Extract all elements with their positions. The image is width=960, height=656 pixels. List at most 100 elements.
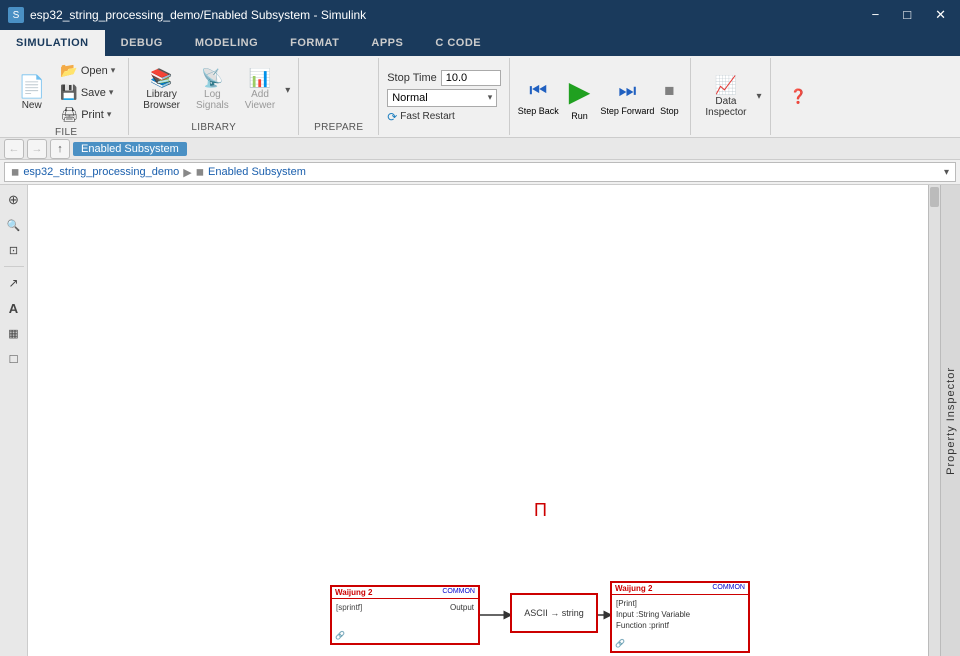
arrow-ascii1-to-block3	[598, 610, 610, 620]
tab-format[interactable]: FORMAT	[274, 30, 355, 56]
block-ascii-1[interactable]: ASCII → string	[510, 593, 598, 633]
titlebar-controls[interactable]: − □ ✕	[866, 5, 952, 25]
breadcrumb-dropdown[interactable]: ▾	[944, 167, 949, 178]
block-sprintf-1[interactable]: Waijung 2 COMMON [sprintf] Output 🔗	[330, 585, 480, 645]
library-browser-icon: 📚	[150, 69, 172, 87]
stop-icon: ⏹	[664, 80, 674, 103]
new-icon: 📄	[18, 74, 45, 100]
library-browser-button[interactable]: 📚 LibraryBrowser	[137, 66, 186, 114]
image-button[interactable]: ▦	[3, 322, 25, 344]
ribbon-section-review: 📈 DataInspector ▾	[691, 58, 770, 135]
step-forward-label: Step Forward	[600, 106, 654, 116]
run-group: ▶ Run	[561, 72, 599, 121]
open-dropdown-arrow: ▾	[111, 65, 116, 76]
active-tab-label[interactable]: Enabled Subsystem	[73, 142, 187, 156]
tab-debug[interactable]: DEBUG	[105, 30, 179, 56]
print-icon: 🖨	[60, 106, 78, 123]
breadcrumb-root[interactable]: esp32_string_processing_demo	[23, 166, 179, 178]
tab-apps[interactable]: APPS	[355, 30, 419, 56]
block3-link-icon: 🔗	[615, 639, 625, 648]
arrow-button[interactable]: ↗	[3, 272, 25, 294]
breadcrumb-root-icon: ◼	[11, 167, 19, 178]
block-print-1[interactable]: Waijung 2 COMMON [Print]Input :String Va…	[610, 581, 750, 653]
print-dropdown-arrow: ▾	[107, 109, 112, 120]
fit-button[interactable]: ⊡	[3, 239, 25, 261]
new-label: New	[22, 100, 42, 111]
breadcrumb-child[interactable]: Enabled Subsystem	[208, 166, 306, 178]
stop-time-label: Stop Time	[387, 72, 437, 84]
file-small-buttons: 📂 Open ▾ 💾 Save ▾ 🖨 Print ▾	[55, 60, 120, 125]
fast-restart-label: Fast Restart	[400, 111, 454, 122]
back-button[interactable]: ←	[4, 139, 24, 159]
zoom-in-button[interactable]: 🔍	[3, 214, 25, 236]
scrollbar-thumb[interactable]	[930, 187, 939, 207]
app-icon: S	[8, 7, 24, 23]
save-label: Save	[81, 87, 106, 99]
ribbon-section-prepare: PREPARE	[299, 58, 379, 135]
minimize-button[interactable]: −	[866, 5, 886, 25]
breadcrumb-child-icon: ◼	[196, 167, 204, 178]
data-inspector-button[interactable]: 📈 DataInspector	[699, 73, 752, 121]
stop-time-row: Stop Time	[387, 70, 501, 86]
add-viewer-button[interactable]: 📊 AddViewer	[239, 66, 281, 114]
main-area: ⊕ 🔍 ⊡ ↗ A ▦ □ П Waijung 2 COMMON [sprint…	[0, 185, 960, 656]
enabled-port-symbol: П	[534, 500, 547, 521]
vertical-scrollbar[interactable]	[928, 185, 940, 656]
box-button[interactable]: □	[3, 347, 25, 369]
library-section-label: LIBRARY	[191, 122, 236, 133]
run-label: Run	[571, 111, 588, 121]
mode-dropdown-arrow: ▾	[488, 92, 493, 103]
forward-button[interactable]: →	[27, 139, 47, 159]
print-button[interactable]: 🖨 Print ▾	[55, 104, 120, 125]
block3-content: [Print]Input :String VariableFunction :p…	[612, 595, 748, 635]
save-icon: 💾	[60, 84, 77, 101]
block1-link-icon: 🔗	[335, 631, 345, 640]
up-button[interactable]: ↑	[50, 139, 70, 159]
block1-body: [sprintf] Output	[332, 599, 478, 616]
text-button[interactable]: A	[3, 297, 25, 319]
new-button[interactable]: 📄 New	[12, 72, 51, 113]
simulate-controls: Stop Time Normal ▾ ⟳ Fast Restart	[379, 58, 510, 135]
save-button[interactable]: 💾 Save ▾	[55, 82, 120, 103]
close-button[interactable]: ✕	[929, 5, 952, 25]
log-signals-button[interactable]: 📡 LogSignals	[190, 66, 235, 114]
review-dropdown-arrow[interactable]: ▾	[757, 91, 762, 102]
mode-row: Normal ▾	[387, 89, 501, 107]
titlebar-left: S esp32_string_processing_demo/Enabled S…	[8, 7, 366, 23]
tab-modeling[interactable]: MODELING	[179, 30, 274, 56]
toolbar-divider-1	[4, 266, 24, 267]
run-icon: ▶	[569, 75, 591, 108]
open-button[interactable]: 📂 Open ▾	[55, 60, 120, 81]
tab-simulation[interactable]: SIMULATION	[0, 30, 105, 56]
step-forward-button[interactable]: ⏭	[610, 77, 644, 106]
block3-header: Waijung 2 COMMON	[612, 583, 748, 595]
help-button[interactable]: ❓	[779, 86, 819, 107]
library-browser-label: LibraryBrowser	[143, 89, 180, 111]
data-inspector-label: DataInspector	[705, 96, 746, 118]
save-dropdown-arrow: ▾	[109, 87, 114, 98]
step-back-button[interactable]: ⏮	[521, 77, 555, 106]
file-section-label: FILE	[55, 127, 77, 138]
mode-select[interactable]: Normal ▾	[387, 89, 497, 107]
tab-ccode[interactable]: C CODE	[419, 30, 497, 56]
property-inspector[interactable]: Property Inspector	[940, 185, 960, 656]
library-dropdown-arrow[interactable]: ▾	[285, 85, 290, 96]
library-buttons: 📚 LibraryBrowser 📡 LogSignals 📊 AddViewe…	[137, 60, 290, 120]
stop-time-input[interactable]	[441, 70, 501, 86]
ribbon-section-help: ❓	[771, 58, 827, 135]
fast-restart-row: ⟳ Fast Restart	[387, 110, 501, 124]
breadcrumb-separator: ▶	[183, 166, 191, 179]
log-signals-icon: 📡	[201, 69, 223, 87]
canvas-area[interactable]: П Waijung 2 COMMON [sprintf] Output 🔗 AS…	[28, 185, 940, 656]
file-buttons: 📄 New 📂 Open ▾ 💾 Save ▾ 🖨 Print ▾	[12, 60, 120, 125]
titlebar: S esp32_string_processing_demo/Enabled S…	[0, 0, 960, 30]
add-viewer-icon: 📊	[249, 69, 271, 87]
mode-value: Normal	[392, 92, 427, 104]
open-icon: 📂	[60, 62, 77, 79]
fast-restart-icon: ⟳	[387, 110, 397, 124]
run-button[interactable]: ▶	[561, 72, 599, 111]
navigate-button[interactable]: ⊕	[3, 189, 25, 211]
stop-button[interactable]: ⏹	[656, 77, 682, 106]
step-forward-group: ⏭ Step Forward	[600, 77, 654, 116]
maximize-button[interactable]: □	[897, 5, 917, 25]
